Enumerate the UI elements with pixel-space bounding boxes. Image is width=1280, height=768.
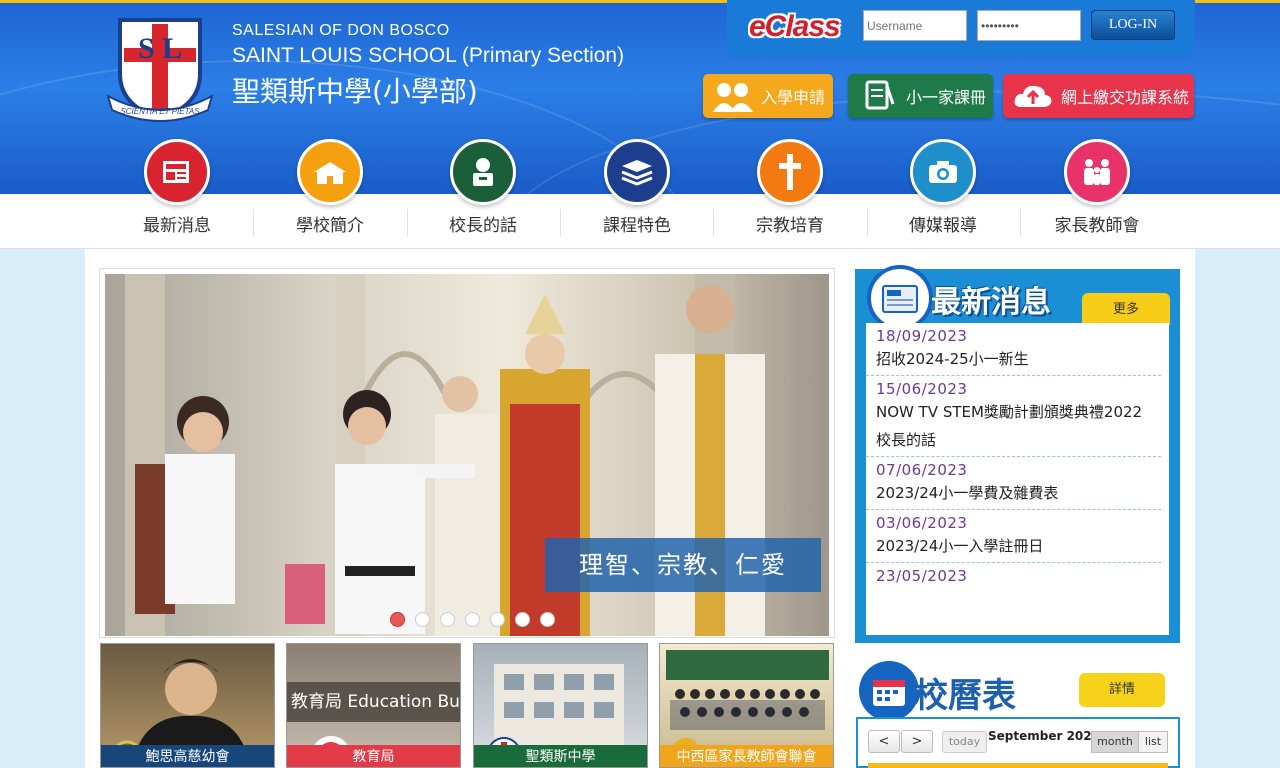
thumb-secondary[interactable]: 聖類斯中學: [473, 643, 648, 768]
school-name-en: SAINT LOUIS SCHOOL (Primary Section): [232, 44, 625, 67]
slider-dot[interactable]: [540, 612, 555, 627]
nav-item-about[interactable]: 學校簡介: [255, 139, 405, 236]
news-panel: 最新消息 更多 18/09/2023 招收2024-25小一新生 15/06/2…: [855, 265, 1180, 643]
thumb-label: 聖類斯中學: [474, 745, 647, 767]
camera-icon: [910, 139, 976, 205]
calendar-prev-button[interactable]: <: [868, 730, 900, 753]
calendar-today-button[interactable]: today: [942, 731, 987, 753]
admission-button[interactable]: 入學申請: [703, 74, 833, 118]
news-icon: [144, 139, 210, 205]
nav-item-curriculum[interactable]: 課程特色: [562, 139, 712, 236]
news-date: 15/06/2023: [876, 380, 968, 398]
nav-separator: [253, 209, 254, 237]
admission-label: 入學申請: [761, 88, 826, 107]
news-text[interactable]: [876, 585, 1151, 587]
nav-label-media: 傳媒報導: [909, 216, 977, 236]
thumb-label: 教育局: [287, 745, 460, 767]
slider-dot[interactable]: [490, 612, 505, 627]
news-date: 23/05/2023: [876, 567, 968, 585]
books-icon: [604, 139, 670, 205]
news-text[interactable]: 2023/24小一學費及雜費表: [876, 479, 1151, 509]
password-input[interactable]: [977, 10, 1081, 41]
school-icon: [297, 139, 363, 205]
school-name-block: SALESIAN OF DON BOSCO SAINT LOUIS SCHOOL…: [232, 22, 624, 110]
nav-label-curriculum: 課程特色: [603, 216, 671, 236]
svg-text:SCIENTIA ET PIETAS: SCIENTIA ET PIETAS: [120, 107, 200, 116]
nav-label-about: 學校簡介: [296, 216, 364, 236]
thumb-edb[interactable]: 教育局 Education Bur 教育局: [286, 643, 461, 768]
slider-dot[interactable]: [390, 612, 405, 627]
nav-label-news: 最新消息: [143, 216, 211, 236]
news-date: 03/06/2023: [876, 514, 968, 532]
news-date: 18/09/2023: [876, 327, 968, 345]
school-name-zh: 聖類斯中學(小學部): [232, 75, 478, 108]
principal-icon: [450, 139, 516, 205]
nav-label-principal: 校長的話: [449, 216, 517, 236]
slider-dot[interactable]: [515, 612, 530, 627]
thumb-salesians[interactable]: 鮑思高慈幼會: [100, 643, 275, 768]
news-list: 18/09/2023 招收2024-25小一新生 15/06/2023 NOW …: [866, 323, 1169, 635]
news-title: 最新消息: [931, 285, 1051, 320]
students-icon: [711, 79, 755, 113]
news-item[interactable]: 15/06/2023 NOW TV STEM獎勵計劃頒獎典禮2022校長的話: [866, 376, 1161, 457]
nav-label-religion: 宗教培育: [756, 216, 824, 236]
calendar-month-label: September 2023: [988, 729, 1100, 743]
calendar-month-view-button[interactable]: month: [1091, 731, 1139, 753]
notebook-icon: [856, 79, 900, 113]
slider-dot[interactable]: [465, 612, 480, 627]
slider-dot[interactable]: [440, 612, 455, 627]
calendar-widget: < > today September 2023 month list: [856, 717, 1180, 768]
news-text[interactable]: 2023/24小一入學註冊日: [876, 532, 1151, 562]
slide-image: 理智、宗教、仁愛: [105, 274, 829, 636]
news-item[interactable]: 18/09/2023 招收2024-25小一新生: [866, 323, 1161, 376]
cloud-upload-icon: [1011, 79, 1055, 113]
thumb-label: 中西區家長教師會聯會: [660, 745, 833, 767]
thumb-label: 鮑思高慈幼會: [101, 745, 274, 767]
nav-separator: [560, 209, 561, 237]
calendar-header-strip: [868, 763, 1168, 768]
nav-separator: [1020, 209, 1021, 237]
slider-dot[interactable]: [415, 612, 430, 627]
nav-label-pta: 家長教師會: [1054, 216, 1140, 236]
cross-icon: [757, 139, 823, 205]
news-text[interactable]: 招收2024-25小一新生: [876, 345, 1151, 375]
nav-separator: [713, 209, 714, 237]
school-logo[interactable]: S L SCIENTIA ET PIETAS: [100, 14, 220, 122]
news-item[interactable]: 07/06/2023 2023/24小一學費及雜費表: [866, 457, 1161, 510]
calendar-detail-button[interactable]: 詳情: [1079, 673, 1165, 707]
news-item[interactable]: 23/05/2023: [866, 563, 1161, 587]
homework-submission-label: 網上繳交功課系統: [1061, 88, 1190, 107]
nav-item-principal[interactable]: 校長的話: [408, 139, 558, 236]
news-date: 07/06/2023: [876, 461, 968, 479]
homework-submission-button[interactable]: 網上繳交功課系統: [1003, 74, 1194, 118]
calendar-next-button[interactable]: >: [901, 730, 933, 753]
news-text[interactable]: NOW TV STEM獎勵計劃頒獎典禮2022校長的話: [876, 398, 1151, 456]
nav-item-news[interactable]: 最新消息: [102, 139, 252, 236]
nav-item-religion[interactable]: 宗教培育: [715, 139, 865, 236]
newspaper-icon: [867, 265, 933, 331]
org-line: SALESIAN OF DON BOSCO: [232, 22, 450, 39]
hero-slider[interactable]: 理智、宗教、仁愛: [99, 268, 835, 638]
eclass-login-panel: eClass LOG-IN: [727, 0, 1195, 57]
homework-book-button[interactable]: 小一家課冊: [848, 74, 993, 118]
news-item[interactable]: 03/06/2023 2023/24小一入學註冊日: [866, 510, 1161, 563]
slide-caption: 理智、宗教、仁愛: [545, 538, 821, 592]
family-icon: [1064, 139, 1130, 205]
login-button[interactable]: LOG-IN: [1091, 10, 1175, 40]
nav-item-media[interactable]: 傳媒報導: [868, 139, 1018, 236]
calendar-list-view-button[interactable]: list: [1138, 731, 1168, 753]
slider-dots: [390, 612, 555, 627]
thumb-pta-federation[interactable]: 中西區家長教師會聯會: [659, 643, 834, 768]
news-more-button[interactable]: 更多: [1082, 293, 1170, 325]
eclass-logo[interactable]: eClass: [749, 10, 841, 44]
homework-book-label: 小一家課冊: [906, 88, 987, 107]
username-input[interactable]: [863, 10, 967, 41]
calendar-title: 校曆表: [914, 676, 1016, 716]
calendar-icon: [859, 661, 919, 721]
nav-item-pta[interactable]: 家長教師會: [1022, 139, 1172, 236]
svg-text:S L: S L: [138, 32, 182, 65]
